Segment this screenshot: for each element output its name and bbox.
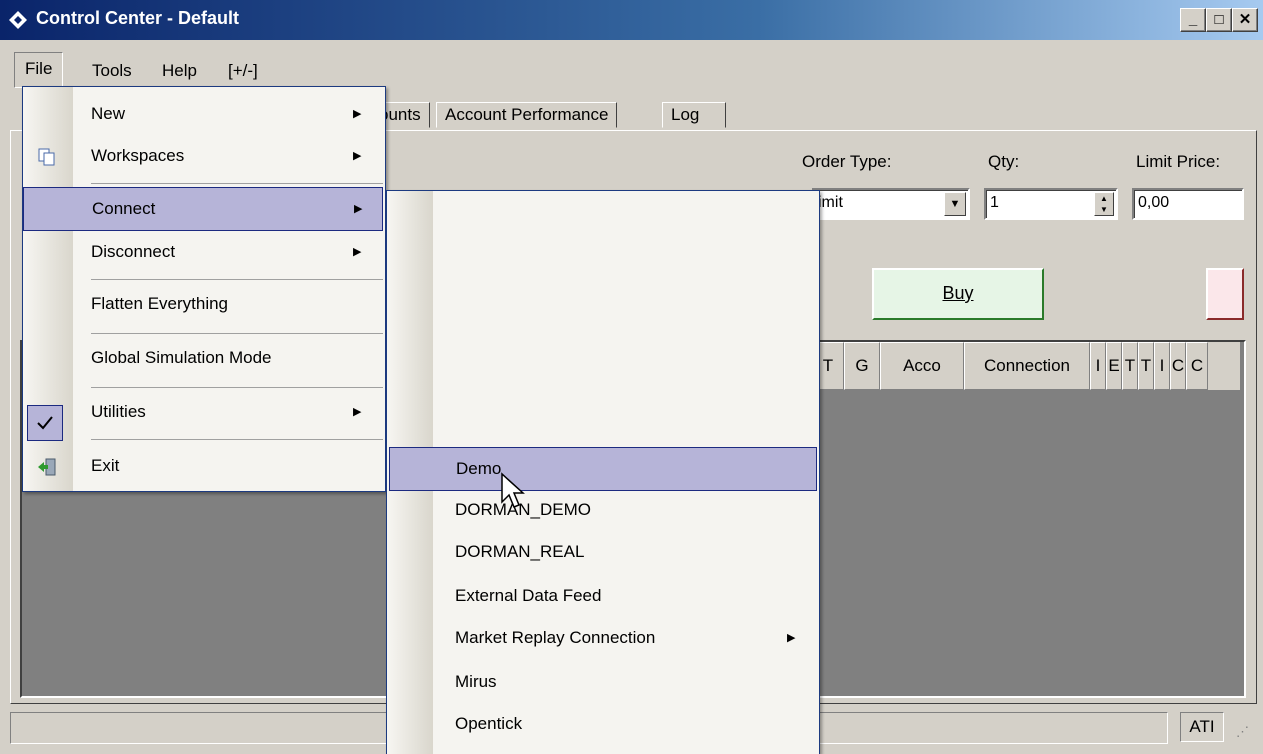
menu-help[interactable]: Help [156,58,203,84]
order-type-value: imit [818,194,843,211]
menu-item-global-simulation-mode[interactable]: Global Simulation Mode [23,337,383,379]
menu-item-mirus[interactable]: Mirus [387,661,817,703]
qty-label: Qty: [988,152,1020,171]
grid-header: T G Acco Connection I E T T I C C [812,342,1240,390]
menu-item-dorman-real[interactable]: DORMAN_REAL [387,531,817,573]
menu-item-label: Mirus [455,672,497,691]
menu-item-label: External Data Feed [455,586,602,605]
maximize-button[interactable]: □ [1206,8,1232,32]
submenu-arrow-icon: ▶ [354,203,363,215]
sell-button[interactable] [1206,268,1244,320]
menu-item-label: Utilities [91,402,146,421]
menu-item-new[interactable]: New ▶ [23,93,383,135]
menu-separator [91,183,383,184]
buy-label: Buy [942,283,974,303]
workspaces-icon [38,148,55,166]
order-type-label: Order Type: [802,152,892,171]
menu-item-workspaces[interactable]: Workspaces ▶ [23,135,383,177]
menu-item-connect[interactable]: Connect ▶ [23,187,383,231]
tab-account-performance[interactable]: Account Performance [436,102,618,128]
menu-item-utilities[interactable]: Utilities ▶ [23,391,383,433]
submenu-arrow-icon: ▶ [353,406,362,418]
menu-item-label: Workspaces [91,146,185,165]
menu-item-opentick[interactable]: Opentick [387,703,817,745]
menu-tools[interactable]: Tools [86,58,138,84]
menu-item-demo[interactable]: Demo [389,447,817,491]
column-header[interactable]: T [1138,342,1154,390]
limit-price-label: Limit Price: [1136,152,1221,171]
submenu-arrow-icon: ▶ [353,246,362,258]
menu-separator [91,279,383,280]
resize-grip-icon[interactable]: ⋰ [1236,724,1249,740]
menu-item-disconnect[interactable]: Disconnect ▶ [23,231,383,273]
menu-item-exit[interactable]: Exit [23,445,383,487]
qty-stepper[interactable]: 1 ▲ ▼ [984,188,1118,220]
column-header[interactable]: I [1090,342,1106,390]
menu-item-market-replay-connection[interactable]: Market Replay Connection ▶ [387,617,817,659]
title-bar[interactable]: Control Center - Default _ □ ✕ [0,0,1263,40]
file-menu: New ▶ Workspaces ▶ Connect ▶ Disconnect … [22,86,386,492]
menu-separator [91,439,383,440]
menu-item-label: Disconnect [91,242,176,261]
spin-arrows-icon[interactable]: ▲ ▼ [1094,192,1114,216]
exit-icon [38,458,56,476]
ati-indicator: ATI [1180,712,1224,742]
submenu-arrow-icon: ▶ [787,632,796,644]
menu-item-label: Opentick [455,714,523,733]
submenu-arrow-icon: ▶ [353,108,362,120]
column-header[interactable]: I [1154,342,1170,390]
column-header[interactable]: C [1186,342,1208,390]
menu-item-label: Exit [91,456,120,475]
menu-item-label: New [91,104,126,123]
menu-separator [91,387,383,388]
limit-price-value: 0,00 [1138,194,1170,211]
menu-item-label: Market Replay Connection [455,628,656,647]
menu-toggle[interactable]: [+/-] [222,58,264,84]
minimize-button[interactable]: _ [1180,8,1206,32]
window-title: Control Center - Default [36,8,240,28]
column-header[interactable]: Acco [880,342,964,390]
mouse-cursor-icon [501,472,525,508]
order-type-select[interactable]: imit ▼ [812,188,970,220]
column-header[interactable]: Connection [964,342,1090,390]
menu-item-label: Flatten Everything [91,294,229,313]
menu-item-external-data-feed[interactable]: External Data Feed [387,575,817,617]
menu-item-label: Demo [456,459,502,478]
submenu-arrow-icon: ▶ [353,150,362,162]
column-header[interactable]: C [1170,342,1186,390]
close-button[interactable]: ✕ [1232,8,1258,32]
column-header[interactable]: G [844,342,880,390]
limit-price-input[interactable]: 0,00 [1132,188,1244,220]
chevron-down-icon[interactable]: ▼ [944,192,966,216]
menu-separator [91,333,383,334]
menu-item-label: Connect [92,199,156,218]
app-diamond-icon [9,11,27,29]
buy-button[interactable]: Buy [872,268,1044,320]
column-header[interactable]: T [1122,342,1138,390]
menu-item-flatten-everything[interactable]: Flatten Everything [23,283,383,325]
connect-submenu: Demo DORMAN_DEMO DORMAN_REAL External Da… [386,190,820,754]
tab-log[interactable]: Log [662,102,727,128]
menu-item-dorman-demo[interactable]: DORMAN_DEMO [387,489,817,531]
menu-file[interactable]: File [14,52,64,88]
menu-item-label: DORMAN_REAL [455,542,585,561]
qty-value: 1 [990,194,999,211]
menu-item-label: Global Simulation Mode [91,348,272,367]
column-header[interactable]: E [1106,342,1122,390]
